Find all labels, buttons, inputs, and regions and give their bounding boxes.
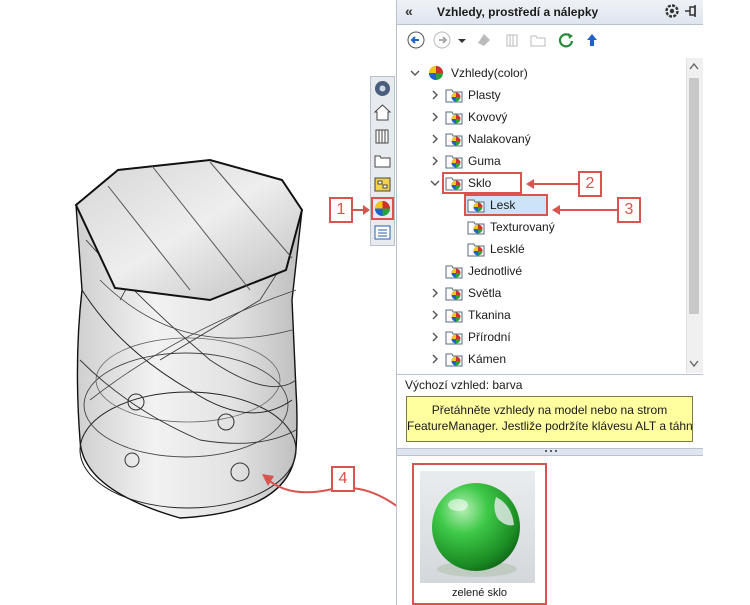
appearance-folder-icon [445, 155, 463, 169]
chevron-right-icon[interactable] [429, 89, 441, 101]
splitter-grip-icon [545, 450, 557, 452]
tree-item-10[interactable]: Světla [397, 282, 677, 304]
tree-item-label: Nalakovaný [468, 132, 531, 146]
chevron-down-icon [410, 70, 420, 76]
help-tooltip: Přetáhněte vzhledy na model nebo na stro… [406, 396, 693, 442]
tree-item-11[interactable]: Tkanina [397, 304, 677, 326]
appearance-folder-icon [445, 287, 463, 301]
back-icon[interactable] [407, 31, 425, 49]
scroll-up-arrow-icon[interactable] [689, 62, 699, 70]
tree-item-label: Kámen [468, 352, 507, 366]
tree-item-label: Guma [468, 154, 501, 168]
appearance-folder-icon [467, 199, 485, 213]
chevron-right-icon[interactable] [429, 331, 441, 343]
task-pane-tab-bar [370, 76, 395, 246]
scene-icon[interactable] [503, 31, 521, 49]
collapse-pane-button[interactable]: « [405, 3, 413, 19]
tree-root[interactable]: Vzhledy(color) [397, 62, 677, 84]
appearances-tab-icon[interactable] [371, 197, 394, 220]
appearance-folder-icon [445, 89, 463, 103]
tree-item-label: Tkanina [468, 308, 511, 322]
appearance-folder-icon [445, 353, 463, 367]
appearances-task-pane: « Vzhledy, prostředí a nálepky Vzhledy(c… [396, 0, 703, 605]
appearance-folder-icon [467, 221, 485, 235]
tree-item-9[interactable]: Jednotlivé [397, 260, 677, 282]
default-appearance-status: Výchozí vzhled: barva [405, 378, 523, 392]
tree-item-label: Světla [468, 286, 502, 300]
tree-item-label: Jednotlivé [468, 264, 523, 278]
pane-splitter[interactable] [397, 448, 703, 456]
gear-icon[interactable] [663, 2, 681, 20]
appearance-folder-icon [467, 243, 485, 257]
tree-item-label: Lesk [490, 198, 516, 212]
tree-root-label: Vzhledy(color) [451, 66, 528, 80]
up-icon[interactable] [583, 31, 601, 49]
tree-item-label: Sklo [468, 176, 492, 190]
tooltip-line-2: FeatureManager. Jestliže podržíte kláves… [407, 419, 693, 433]
tree-item-1[interactable]: Plasty [397, 84, 677, 106]
appearance-folder-icon [445, 331, 463, 345]
chevron-right-icon[interactable] [429, 287, 441, 299]
appearance-folder-icon [445, 177, 463, 191]
tree-item-label: Kovový [468, 110, 508, 124]
tree-item-label: Plasty [468, 88, 501, 102]
tree-item-12[interactable]: Přírodní [397, 326, 677, 348]
callout-3-arrow [552, 205, 619, 215]
file-explorer-icon[interactable] [373, 151, 392, 170]
callout-3: 3 [617, 197, 641, 223]
chevron-right-icon[interactable] [429, 309, 441, 321]
design-library-icon[interactable] [373, 127, 392, 146]
home-icon[interactable] [373, 103, 392, 122]
color-ball-icon [429, 66, 443, 80]
refresh-icon[interactable] [557, 31, 575, 49]
tree-item-label: Texturovaný [490, 220, 555, 234]
tree-item-label: Přírodní [468, 330, 511, 344]
scroll-down-arrow-icon[interactable] [689, 360, 699, 368]
tree-scrollbar-thumb[interactable] [689, 78, 699, 314]
tree-item-13[interactable]: Kámen [397, 348, 677, 370]
green-glass-sphere-image [420, 471, 535, 583]
dropdown-icon[interactable] [457, 31, 467, 49]
callout-2: 2 [578, 171, 602, 197]
view-palette-icon[interactable] [373, 175, 392, 194]
tree-item-8[interactable]: Lesklé [397, 238, 677, 260]
forward-icon[interactable] [433, 31, 451, 49]
appearance-folder-icon [445, 133, 463, 147]
thumbnail-caption: zelené sklo [451, 587, 508, 599]
appearance-folder-icon [445, 265, 463, 279]
callout-2-arrow [526, 179, 580, 189]
pane-title-bar: « Vzhledy, prostředí a nálepky [397, 0, 703, 25]
folder-icon[interactable] [529, 31, 547, 49]
appearance-thumbnail[interactable]: zelené sklo [412, 463, 547, 605]
custom-properties-icon[interactable] [373, 223, 392, 242]
appearance-icon[interactable] [475, 31, 493, 49]
callout-4: 4 [331, 466, 355, 492]
solidworks-resources-icon[interactable] [373, 79, 392, 98]
chevron-right-icon[interactable] [429, 111, 441, 123]
chevron-right-icon[interactable] [429, 155, 441, 167]
tree-item-4[interactable]: Guma [397, 150, 677, 172]
tree-item-3[interactable]: Nalakovaný [397, 128, 677, 150]
callout-1: 1 [329, 197, 353, 223]
pin-icon[interactable] [683, 3, 699, 19]
appearance-folder-icon [445, 309, 463, 323]
pane-toolbar [397, 25, 703, 55]
tree-item-label: Lesklé [490, 242, 525, 256]
chevron-down-icon[interactable] [429, 177, 441, 189]
tree-item-2[interactable]: Kovový [397, 106, 677, 128]
appearances-tree: Vzhledy(color) Plasty Kovový Nalakovaný Gum… [397, 58, 685, 373]
appearance-folder-icon [445, 111, 463, 125]
chevron-right-icon[interactable] [429, 133, 441, 145]
chevron-right-icon[interactable] [429, 353, 441, 365]
divider [397, 374, 703, 375]
tooltip-line-1: Přetáhněte vzhledy na model nebo na stro… [431, 403, 668, 417]
callout-1-arrow [353, 205, 370, 215]
pane-title: Vzhledy, prostředí a nálepky [437, 5, 599, 19]
